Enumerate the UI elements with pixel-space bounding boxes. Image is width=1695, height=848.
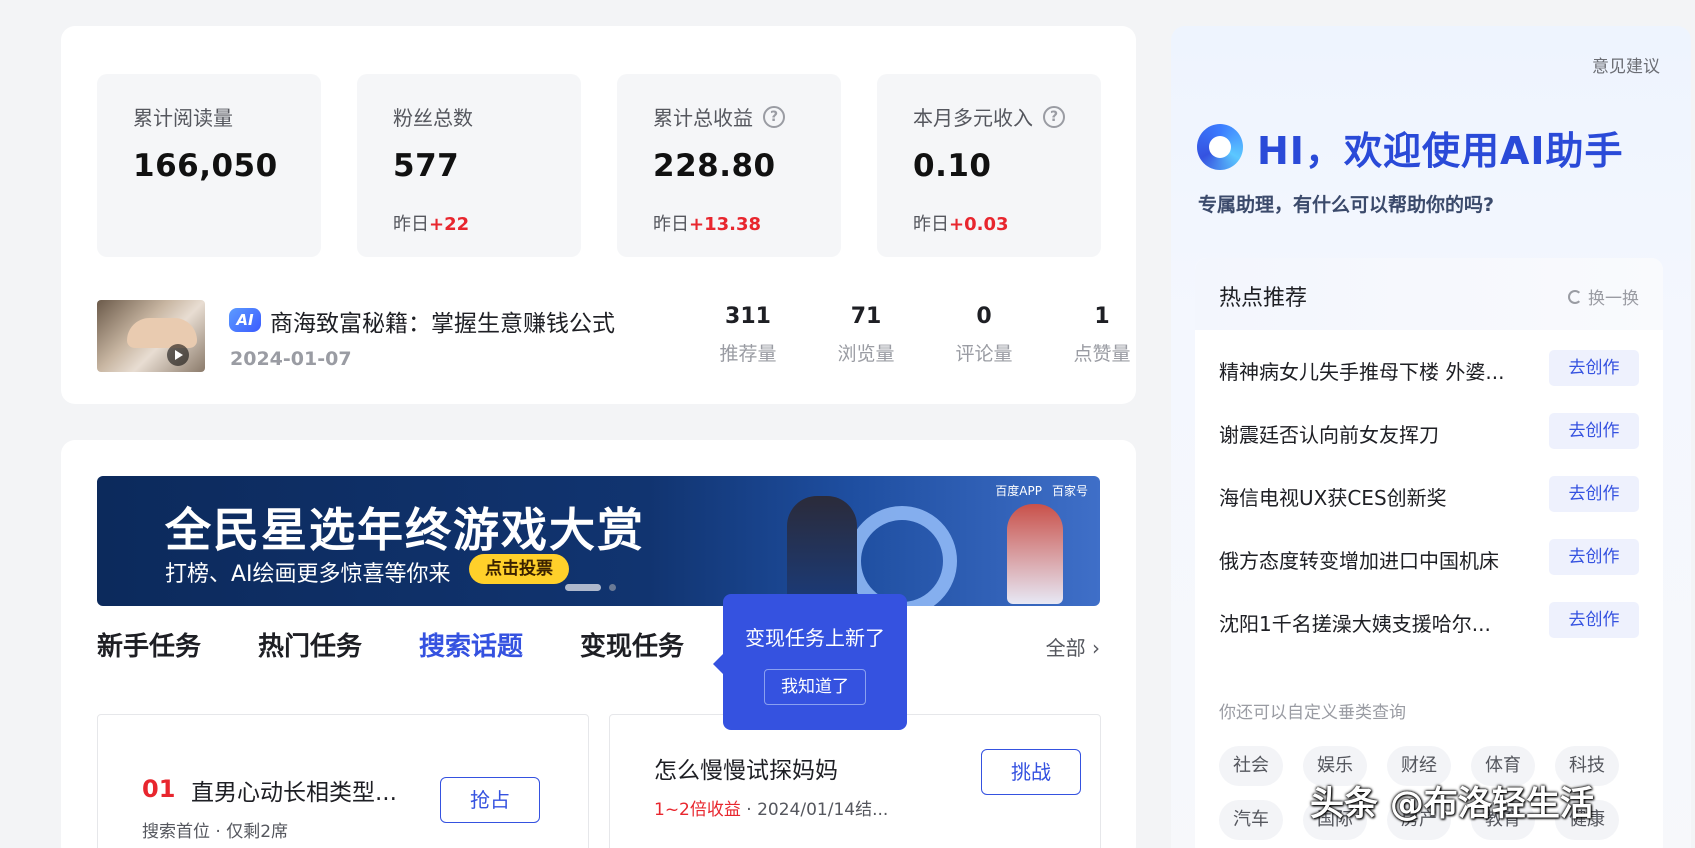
create-button[interactable]: 去创作 (1549, 350, 1639, 386)
article-date: 2024-01-07 (230, 348, 352, 370)
thumbnail-image (127, 318, 197, 348)
tasks-card: 全民星选年终游戏大赏 打榜、AI绘画更多惊喜等你来 点击投票 百度APP 百家号… (61, 440, 1136, 848)
stat-label: 本月多元收入 (913, 106, 1033, 130)
create-button[interactable]: 去创作 (1549, 476, 1639, 512)
task-card[interactable]: 怎么慢慢试探妈妈 1~2倍收益 · 2024/01/14结... 挑战 (609, 714, 1101, 848)
custom-category-hint: 你还可以自定义垂类查询 (1219, 703, 1406, 723)
hot-topic-text[interactable]: 海信电视UX获CES创新奖 (1219, 482, 1447, 511)
help-icon[interactable]: ? (1043, 105, 1065, 128)
data-overview-card: 累计阅读量 166,050 粉丝总数 577 昨日+22 累计总收益? 228.… (61, 26, 1136, 404)
banner-logos: 百度APP 百家号 (995, 482, 1088, 499)
ai-welcome-subtitle: 专属助理，有什么可以帮助你的吗? (1198, 194, 1495, 216)
grab-button[interactable]: 抢占 (440, 777, 540, 823)
play-icon (167, 344, 189, 366)
metric-views: 71 浏览量 (837, 304, 895, 365)
category-tag[interactable]: 社会 (1219, 746, 1283, 786)
hot-topic-item[interactable]: 海信电视UX获CES创新奖 去创作 (1219, 476, 1639, 514)
baijiahao-logo: 百家号 (1051, 484, 1088, 498)
task-title: 怎么慢慢试探妈妈 (654, 758, 838, 784)
refresh-icon (1568, 289, 1582, 304)
task-rank: 01 (142, 775, 176, 803)
hot-topic-text[interactable]: 精神病女儿失手推母下楼 外婆... (1219, 356, 1504, 385)
chevron-right-icon: › (1092, 636, 1100, 660)
stat-label: 累计总收益 (653, 106, 753, 130)
create-button[interactable]: 去创作 (1549, 413, 1639, 449)
create-button[interactable]: 去创作 (1549, 539, 1639, 575)
task-meta: 搜索首位 · 仅剩2席 (142, 822, 289, 842)
watermark: 头条 @布洛轻生活 (1310, 784, 1594, 824)
hot-topics-box: 热点推荐 换一换 精神病女儿失手推母下楼 外婆... 去创作 谢震廷否认向前女友… (1195, 258, 1663, 848)
stat-monthly-income[interactable]: 本月多元收入? 0.10 昨日+0.03 (877, 74, 1101, 257)
hot-topic-item[interactable]: 沈阳1千名搓澡大姨支援哈尔... 去创作 (1219, 602, 1639, 640)
task-tabs: 新手任务 热门任务 搜索话题 变现任务 (97, 626, 741, 663)
stat-total-reads[interactable]: 累计阅读量 166,050 (97, 74, 321, 257)
hot-topics-header: 热点推荐 换一换 (1195, 258, 1663, 330)
ai-assistant-panel: 意见建议 HI，欢迎使用AI助手 专属助理，有什么可以帮助你的吗? 热点推荐 换… (1171, 26, 1691, 848)
category-tag[interactable]: 汽车 (1219, 800, 1283, 840)
stat-delta: 昨日+13.38 (653, 214, 762, 235)
stat-delta: 昨日+0.03 (913, 214, 1009, 235)
feedback-link[interactable]: 意见建议 (1592, 52, 1660, 77)
tab-monetize[interactable]: 变现任务 (580, 626, 684, 663)
help-icon[interactable]: ? (763, 105, 785, 128)
hot-topics-title: 热点推荐 (1219, 286, 1308, 311)
monetize-tooltip: 变现任务上新了 我知道了 (713, 594, 907, 730)
promo-banner[interactable]: 全民星选年终游戏大赏 打榜、AI绘画更多惊喜等你来 点击投票 百度APP 百家号 (97, 476, 1100, 606)
got-it-button[interactable]: 我知道了 (764, 669, 866, 705)
article-thumbnail[interactable] (97, 300, 205, 372)
stat-value: 166,050 (133, 148, 278, 184)
hot-topic-item[interactable]: 俄方态度转变增加进口中国机床 去创作 (1219, 539, 1639, 577)
stat-total-earnings[interactable]: 累计总收益? 228.80 昨日+13.38 (617, 74, 841, 257)
tab-newbie[interactable]: 新手任务 (97, 626, 201, 663)
hot-topic-item[interactable]: 精神病女儿失手推母下楼 外婆... 去创作 (1219, 350, 1639, 388)
carousel-dot[interactable] (609, 584, 616, 591)
baidu-app-logo: 百度APP (995, 484, 1042, 498)
task-card[interactable]: 01 直男心动长相类型... 搜索首位 · 仅剩2席 抢占 (97, 714, 589, 848)
tooltip-text: 变现任务上新了 (745, 626, 885, 650)
refresh-button[interactable]: 换一换 (1568, 284, 1639, 309)
challenge-button[interactable]: 挑战 (981, 749, 1081, 795)
latest-article-row[interactable]: AI 商海致富秘籍：掌握生意赚钱公式 2024-01-07 311 推荐量 71… (97, 300, 1131, 374)
hot-topic-text[interactable]: 谢震廷否认向前女友挥刀 (1219, 419, 1439, 448)
stat-delta: 昨日+22 (393, 214, 470, 235)
ai-assistant-logo-icon (1197, 124, 1243, 170)
article-title[interactable]: 商海致富秘籍：掌握生意赚钱公式 (270, 304, 615, 338)
banner-subtitle: 打榜、AI绘画更多惊喜等你来 (165, 562, 451, 587)
create-button[interactable]: 去创作 (1549, 602, 1639, 638)
stat-total-fans[interactable]: 粉丝总数 577 昨日+22 (357, 74, 581, 257)
stat-value: 228.80 (653, 148, 776, 184)
task-meta: 1~2倍收益 · 2024/01/14结... (654, 800, 889, 820)
metric-recommend: 311 推荐量 (719, 304, 777, 365)
banner-title: 全民星选年终游戏大赏 (165, 503, 645, 557)
stat-value: 577 (393, 148, 460, 184)
ai-badge-icon: AI (229, 308, 261, 332)
stat-label: 累计阅读量 (133, 106, 233, 130)
view-all-link[interactable]: 全部 › (1046, 632, 1100, 661)
hot-topic-text[interactable]: 俄方态度转变增加进口中国机床 (1219, 545, 1499, 574)
hot-topic-text[interactable]: 沈阳1千名搓澡大姨支援哈尔... (1219, 608, 1491, 637)
metric-comments: 0 评论量 (955, 304, 1013, 365)
stat-value: 0.10 (913, 148, 992, 184)
stat-label: 粉丝总数 (393, 106, 473, 130)
carousel-dots[interactable] (565, 584, 616, 591)
vote-button[interactable]: 点击投票 (469, 554, 569, 584)
ai-welcome-title: HI，欢迎使用AI助手 (1257, 129, 1624, 173)
task-title: 直男心动长相类型... (191, 780, 397, 806)
hot-topic-item[interactable]: 谢震廷否认向前女友挥刀 去创作 (1219, 413, 1639, 451)
carousel-dot-active[interactable] (565, 584, 601, 591)
metric-likes: 1 点赞量 (1073, 304, 1131, 365)
tab-hot[interactable]: 热门任务 (258, 626, 362, 663)
tab-search-topics[interactable]: 搜索话题 (419, 626, 523, 663)
